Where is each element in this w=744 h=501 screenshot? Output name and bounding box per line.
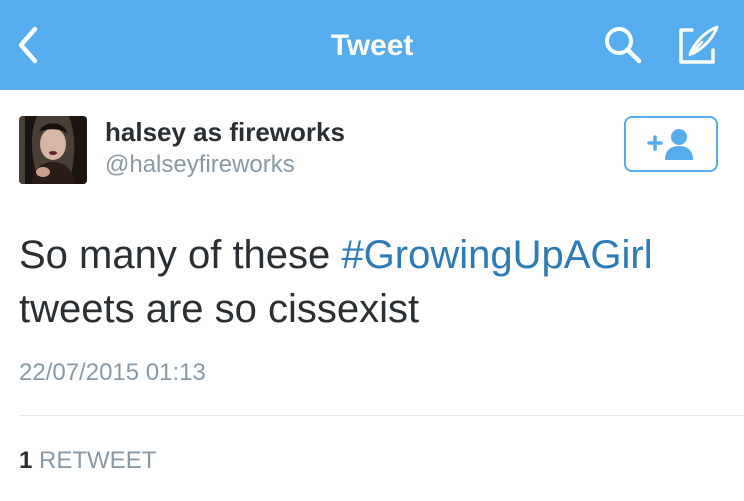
tweet-timestamp: 22/07/2015 01:13 xyxy=(19,359,206,386)
author-display-name[interactable]: halsey as fireworks xyxy=(105,116,345,148)
compose-icon xyxy=(679,25,719,64)
divider xyxy=(19,415,744,416)
author-handle[interactable]: @halseyfireworks xyxy=(105,150,295,180)
search-icon xyxy=(605,27,642,64)
follow-user-icon xyxy=(647,129,693,160)
tweet-text-end: tweets are so cissexist xyxy=(19,287,420,331)
avatar-photo xyxy=(19,116,87,184)
search-button[interactable] xyxy=(600,22,646,68)
avatar[interactable] xyxy=(19,116,87,184)
follow-button[interactable] xyxy=(624,116,718,172)
tweet-text: So many of these #GrowingUpAGirl tweets … xyxy=(19,228,719,336)
retweet-stats[interactable]: 1 RETWEET xyxy=(19,446,156,476)
tweet-text-start: So many of these xyxy=(19,233,342,277)
compose-button[interactable] xyxy=(672,22,724,68)
navigation-bar: Tweet xyxy=(0,0,744,90)
retweet-count: 1 xyxy=(19,447,33,474)
retweet-label: RETWEET xyxy=(39,447,157,474)
hashtag-link[interactable]: #GrowingUpAGirl xyxy=(341,233,652,277)
